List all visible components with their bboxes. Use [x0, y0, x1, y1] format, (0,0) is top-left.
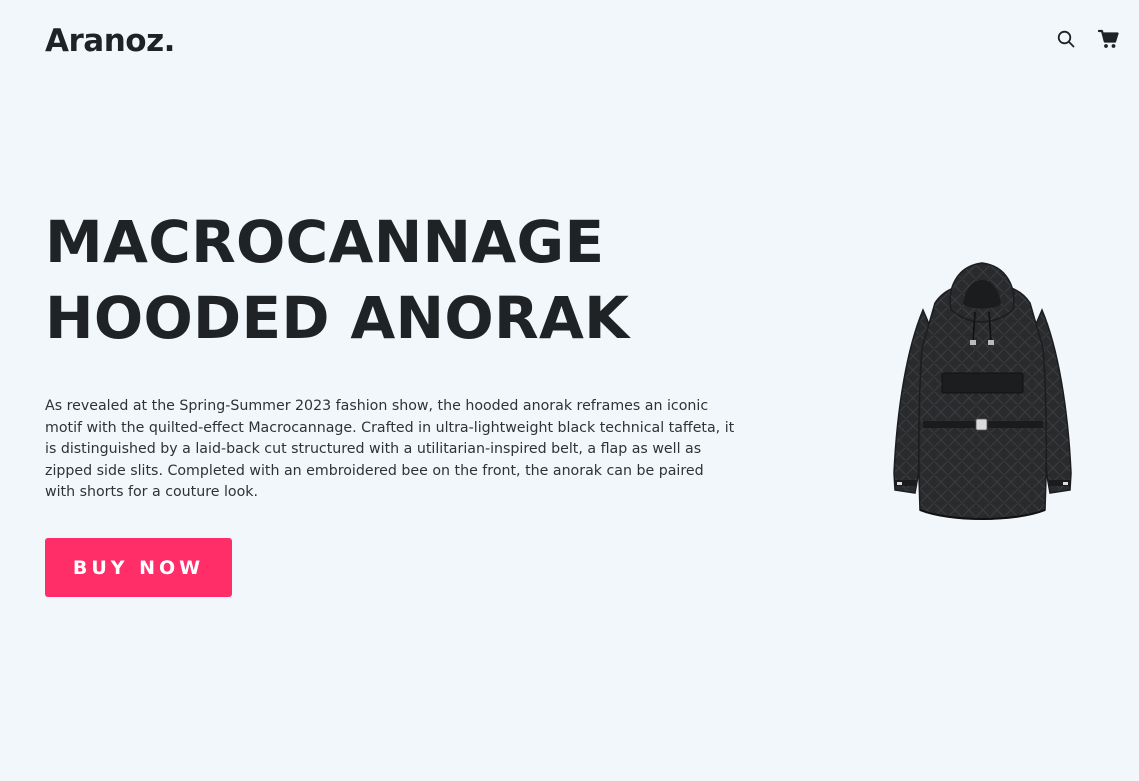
search-icon[interactable] — [1055, 28, 1077, 50]
product-title: MACROCANNAGE HOODED ANORAK — [45, 204, 745, 356]
buy-now-button[interactable]: BUY NOW — [45, 538, 232, 597]
cart-icon[interactable] — [1097, 28, 1119, 50]
product-title-line-1: MACROCANNAGE — [45, 208, 605, 276]
brand-logo[interactable]: Aranoz. — [45, 22, 175, 60]
product-image — [885, 258, 1080, 526]
product-description: As revealed at the Spring-Summer 2023 fa… — [45, 398, 735, 500]
product-title-line-2: HOODED ANORAK — [45, 284, 630, 352]
header-actions — [1055, 28, 1119, 50]
